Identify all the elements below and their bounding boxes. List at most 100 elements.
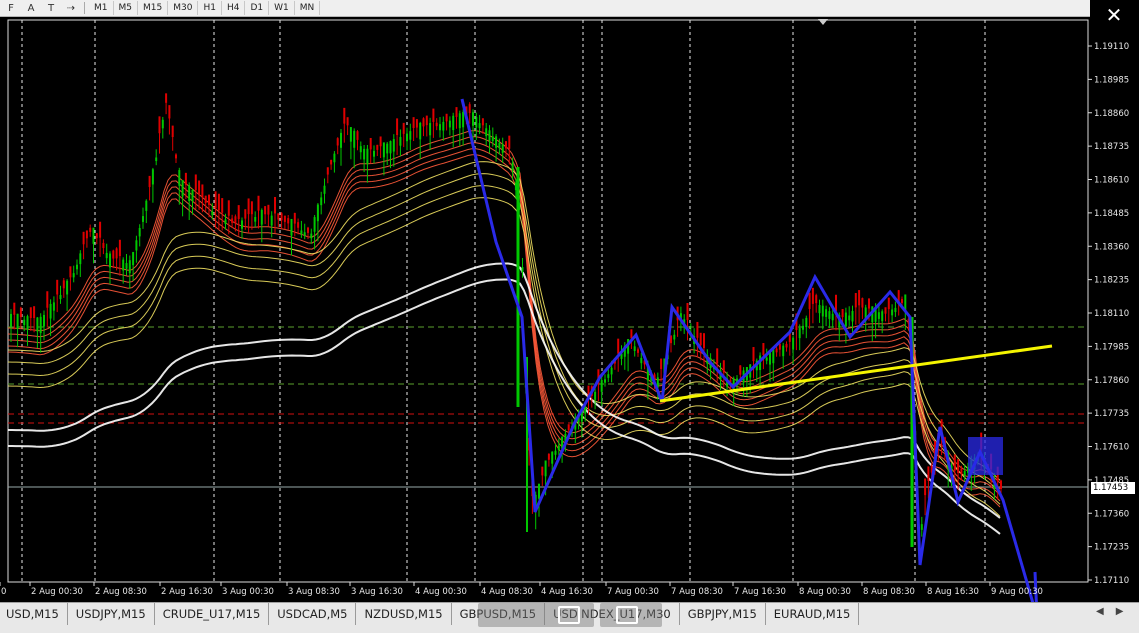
- candle-body: [396, 118, 399, 136]
- symbol-tab[interactable]: EURAUD,M15: [766, 603, 860, 625]
- screen-capture-icon[interactable]: [558, 606, 580, 624]
- candle-body: [419, 122, 422, 140]
- candle-body: [274, 196, 276, 214]
- candle-body: [267, 204, 270, 215]
- candle-body: [122, 259, 125, 271]
- candle-body: [432, 108, 435, 122]
- candle-body: [310, 233, 313, 239]
- candle-body: [244, 209, 247, 219]
- candle-body: [511, 162, 514, 171]
- candle-body: [891, 309, 894, 316]
- candle-body: [214, 191, 217, 209]
- candle-body: [69, 266, 72, 278]
- candle-body: [488, 130, 491, 141]
- candle-body: [868, 298, 870, 309]
- candle-body: [85, 230, 88, 239]
- candle-body: [637, 349, 639, 353]
- candle-body: [821, 305, 824, 317]
- timeframe-m5-button[interactable]: M5: [114, 1, 138, 15]
- candle-body: [217, 193, 220, 211]
- time-tick-label: 3 Aug 16:30: [351, 587, 403, 597]
- screenshot-overlay-2[interactable]: [600, 603, 662, 627]
- price-tick-label: 1.17360: [1094, 509, 1129, 519]
- text-label-icon[interactable]: T: [42, 1, 60, 15]
- candle-body: [313, 217, 316, 232]
- symbol-tab[interactable]: USD,M15: [0, 603, 68, 625]
- timeframe-h1-button[interactable]: H1: [198, 1, 222, 15]
- ema-red-line: [7, 142, 1001, 496]
- candle-body: [89, 227, 92, 232]
- plot-frame: [7, 19, 1089, 583]
- time-tick-label: 3 Aug 00:30: [222, 587, 274, 597]
- candle-body: [557, 445, 560, 451]
- candle-body: [142, 216, 144, 222]
- ema-white-line: [8, 262, 1001, 519]
- candle-body: [49, 303, 52, 319]
- candle-body: [138, 228, 141, 237]
- candle-body: [191, 190, 194, 202]
- candle-body: [953, 454, 956, 471]
- candle-body: [901, 298, 903, 303]
- timeframe-m30-button[interactable]: M30: [168, 1, 199, 15]
- timeframe-m1-button[interactable]: M1: [89, 1, 114, 15]
- candle-body: [877, 312, 880, 319]
- candle-body: [92, 227, 95, 244]
- candle-body: [155, 157, 158, 162]
- candle-body: [887, 297, 890, 310]
- candle-body: [547, 453, 550, 460]
- candle-body: [316, 204, 319, 222]
- timeframe-mn-button[interactable]: MN: [295, 1, 321, 15]
- arrows-tool-icon[interactable]: ⇢: [62, 1, 80, 15]
- candle-body: [722, 360, 725, 373]
- candle-body: [62, 280, 65, 289]
- symbol-tab[interactable]: USDJPY,M15: [68, 603, 155, 625]
- candle-body: [831, 313, 834, 321]
- symbol-tab[interactable]: NZDUSD,M15: [356, 603, 452, 625]
- timeframe-m15-button[interactable]: M15: [138, 1, 169, 15]
- symbol-tab[interactable]: GBPJPY,M15: [680, 603, 766, 625]
- timeframe-d1-button[interactable]: D1: [245, 1, 270, 15]
- candle-body: [336, 138, 339, 146]
- candle-body: [884, 307, 887, 314]
- symbol-tab[interactable]: USDCAD,M5: [269, 603, 357, 625]
- selection-rect: [968, 437, 1003, 475]
- candle-body: [445, 113, 448, 122]
- candle-body: [551, 451, 554, 464]
- candle-body: [429, 123, 432, 136]
- fibo-text-icon[interactable]: F: [2, 1, 20, 15]
- screen-capture-icon[interactable]: [616, 606, 638, 624]
- candle-body: [825, 309, 828, 317]
- candle-body: [600, 380, 603, 392]
- candle-body: [498, 142, 501, 149]
- price-tick-label: 1.18735: [1094, 142, 1129, 152]
- candle-body: [201, 184, 204, 198]
- ema-yellow-line: [7, 161, 1001, 481]
- candle-body: [716, 348, 719, 364]
- symbol-tab[interactable]: CRUDE_U17,M15: [155, 603, 270, 625]
- price-chart[interactable]: 1.19110 1.18985 1.18860 1.18735 1.18610 1.184…: [0, 17, 1139, 618]
- candle-body: [811, 287, 814, 304]
- candle-body: [491, 136, 494, 142]
- timeframe-w1-button[interactable]: W1: [269, 1, 295, 15]
- candle-body: [221, 198, 224, 213]
- candle-body: [544, 460, 547, 477]
- candle-body: [472, 112, 474, 126]
- candle-body: [46, 291, 49, 308]
- chart-shift-marker: [818, 19, 828, 25]
- candle-body: [894, 307, 897, 313]
- candle-body: [485, 128, 488, 137]
- screenshot-overlay[interactable]: [478, 603, 594, 627]
- time-tick-label: 0: [1, 587, 6, 597]
- candle-body: [633, 346, 636, 352]
- tab-scroll-arrows[interactable]: ◀▶: [1096, 606, 1135, 617]
- candle-body: [293, 212, 296, 224]
- candle-body: [280, 213, 283, 221]
- candle-body: [775, 348, 778, 353]
- chart-canvas[interactable]: 1.19110 1.18985 1.18860 1.18735 1.18610 1.184…: [0, 17, 1139, 618]
- text-tool-icon[interactable]: A: [22, 1, 40, 15]
- candle-body: [376, 144, 379, 150]
- candle-body: [303, 232, 306, 236]
- timeframe-h4-button[interactable]: H4: [222, 1, 246, 15]
- candle-body: [844, 312, 847, 327]
- candle-body: [508, 135, 511, 149]
